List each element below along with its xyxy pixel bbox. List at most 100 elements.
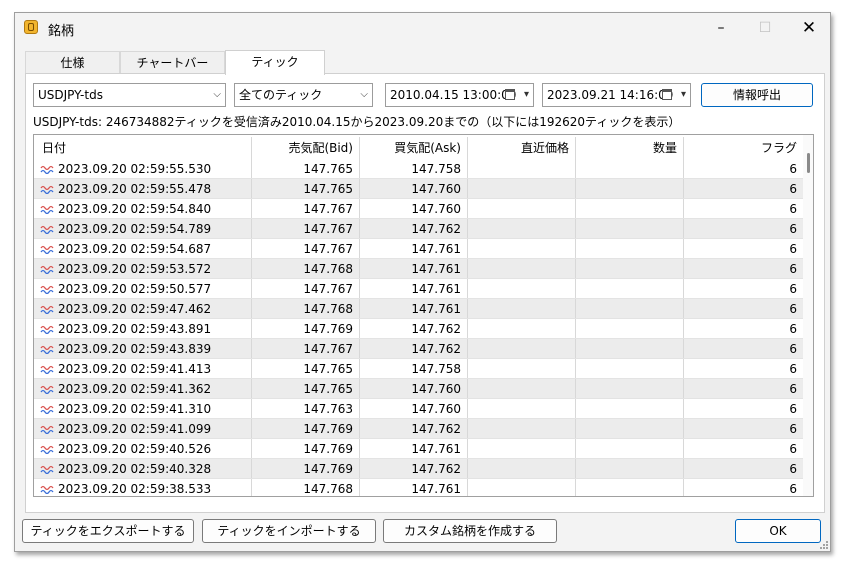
calendar-icon[interactable]	[505, 89, 515, 100]
cell-date: 2023.09.20 02:59:55.530	[34, 159, 252, 178]
cell-ask: 147.762	[360, 419, 468, 438]
cell-last	[468, 259, 576, 278]
ticks-table[interactable]: 日付 売気配(Bid) 買気配(Ask) 直近価格 数量 フラグ 2023.09…	[33, 134, 814, 497]
cell-flag-text: 6	[789, 402, 797, 416]
close-button[interactable]: ✕	[789, 17, 829, 39]
cell-ask: 147.760	[360, 199, 468, 218]
date-to-value: 2023.09.21 14:16:09	[547, 88, 674, 102]
cell-volume	[576, 339, 684, 358]
cell-bid: 147.769	[252, 319, 360, 338]
cell-bid: 147.768	[252, 259, 360, 278]
cell-bid-text: 147.769	[303, 442, 353, 456]
cell-ask: 147.761	[360, 239, 468, 258]
cell-flag: 6	[684, 399, 803, 418]
cell-date: 2023.09.20 02:59:43.891	[34, 319, 252, 338]
cell-ask-text: 147.762	[411, 222, 461, 236]
table-row[interactable]: 2023.09.20 02:59:43.891 147.769 147.762 6	[34, 319, 803, 339]
cell-volume	[576, 239, 684, 258]
tick-wave-icon	[40, 445, 54, 454]
table-row[interactable]: 2023.09.20 02:59:41.310 147.763 147.760 6	[34, 399, 803, 419]
table-row[interactable]: 2023.09.20 02:59:41.099 147.769 147.762 6	[34, 419, 803, 439]
table-row[interactable]: 2023.09.20 02:59:47.462 147.768 147.761 6	[34, 299, 803, 319]
column-header-bid[interactable]: 売気配(Bid)	[252, 137, 360, 159]
cell-ask-text: 147.762	[411, 462, 461, 476]
ok-button[interactable]: OK	[735, 519, 821, 543]
cell-flag: 6	[684, 479, 803, 496]
tab-specification[interactable]: 仕様	[25, 51, 120, 73]
resize-grip-icon[interactable]	[819, 540, 829, 550]
table-row[interactable]: 2023.09.20 02:59:54.840 147.767 147.760 6	[34, 199, 803, 219]
create-custom-symbol-button[interactable]: カスタム銘柄を作成する	[383, 519, 557, 543]
cell-flag-text: 6	[789, 162, 797, 176]
tick-wave-icon	[40, 485, 54, 494]
cell-bid: 147.767	[252, 199, 360, 218]
column-header-volume[interactable]: 数量	[576, 137, 684, 159]
cell-date-text: 2023.09.20 02:59:47.462	[58, 302, 212, 316]
cell-last	[468, 219, 576, 238]
table-row[interactable]: 2023.09.20 02:59:43.839 147.767 147.762 6	[34, 339, 803, 359]
dropdown-arrow-icon[interactable]: ▾	[524, 84, 529, 106]
cell-flag-text: 6	[789, 182, 797, 196]
cell-bid-text: 147.767	[303, 222, 353, 236]
tab-ticks[interactable]: ティック	[225, 50, 325, 75]
table-row[interactable]: 2023.09.20 02:59:41.362 147.765 147.760 6	[34, 379, 803, 399]
cell-date-text: 2023.09.20 02:59:41.362	[58, 382, 212, 396]
cell-date: 2023.09.20 02:59:40.526	[34, 439, 252, 458]
table-row[interactable]: 2023.09.20 02:59:41.413 147.765 147.758 6	[34, 359, 803, 379]
table-row[interactable]: 2023.09.20 02:59:55.478 147.765 147.760 6	[34, 179, 803, 199]
export-ticks-button[interactable]: ティックをエクスポートする	[22, 519, 194, 543]
tab-strip: 仕様 チャートバー ティック	[25, 50, 825, 75]
table-row[interactable]: 2023.09.20 02:59:38.533 147.768 147.761 6	[34, 479, 803, 496]
title-bar: 銘柄 – ☐ ✕	[15, 13, 830, 43]
tick-wave-icon	[40, 305, 54, 314]
cell-flag-text: 6	[789, 202, 797, 216]
table-row[interactable]: 2023.09.20 02:59:54.687 147.767 147.761 6	[34, 239, 803, 259]
tick-wave-icon	[40, 265, 54, 274]
maximize-button[interactable]: ☐	[745, 17, 785, 39]
cell-bid-text: 147.767	[303, 202, 353, 216]
cell-bid-text: 147.769	[303, 422, 353, 436]
import-ticks-button[interactable]: ティックをインポートする	[202, 519, 376, 543]
table-row[interactable]: 2023.09.20 02:59:40.328 147.769 147.762 6	[34, 459, 803, 479]
date-to-picker[interactable]: 2023.09.21 14:16:09 ▾	[542, 83, 691, 107]
tick-filter-value: 全てのティック	[239, 88, 323, 102]
column-header-ask[interactable]: 買気配(Ask)	[360, 137, 468, 159]
symbol-select[interactable]: USDJPY-tds ⌵	[33, 83, 226, 107]
cell-bid: 147.765	[252, 359, 360, 378]
dropdown-arrow-icon[interactable]: ▾	[681, 84, 686, 106]
cell-flag-text: 6	[789, 242, 797, 256]
table-row[interactable]: 2023.09.20 02:59:53.572 147.768 147.761 6	[34, 259, 803, 279]
table-row[interactable]: 2023.09.20 02:59:54.789 147.767 147.762 6	[34, 219, 803, 239]
date-from-picker[interactable]: 2010.04.15 13:00:00 ▾	[385, 83, 534, 107]
column-header-date[interactable]: 日付	[34, 137, 252, 159]
scrollbar-thumb[interactable]	[807, 153, 810, 173]
cell-date-text: 2023.09.20 02:59:43.891	[58, 322, 212, 336]
calendar-icon[interactable]	[662, 89, 672, 100]
cell-flag: 6	[684, 259, 803, 278]
minimize-button[interactable]: –	[701, 17, 741, 39]
cell-ask: 147.762	[360, 459, 468, 478]
cell-ask-text: 147.761	[411, 302, 461, 316]
column-header-last[interactable]: 直近価格	[468, 137, 576, 159]
cell-flag: 6	[684, 419, 803, 438]
column-header-flags[interactable]: フラグ	[684, 137, 803, 159]
table-row[interactable]: 2023.09.20 02:59:40.526 147.769 147.761 6	[34, 439, 803, 459]
cell-date: 2023.09.20 02:59:55.478	[34, 179, 252, 198]
tab-chart-bars[interactable]: チャートバー	[120, 51, 225, 73]
cell-date-text: 2023.09.20 02:59:40.526	[58, 442, 212, 456]
cell-ask-text: 147.758	[411, 162, 461, 176]
vertical-scrollbar[interactable]	[803, 135, 813, 496]
tick-wave-icon	[40, 205, 54, 214]
tick-filter-select[interactable]: 全てのティック ⌵	[234, 83, 373, 107]
table-row[interactable]: 2023.09.20 02:59:50.577 147.767 147.761 6	[34, 279, 803, 299]
cell-volume	[576, 319, 684, 338]
table-row[interactable]: 2023.09.20 02:59:55.530 147.765 147.758 6	[34, 159, 803, 179]
cell-ask: 147.761	[360, 439, 468, 458]
request-button[interactable]: 情報呼出	[701, 83, 813, 107]
cell-bid-text: 147.767	[303, 242, 353, 256]
cell-volume	[576, 359, 684, 378]
window-title: 銘柄	[48, 24, 75, 39]
cell-volume	[576, 179, 684, 198]
cell-ask-text: 147.760	[411, 202, 461, 216]
cell-date: 2023.09.20 02:59:41.099	[34, 419, 252, 438]
